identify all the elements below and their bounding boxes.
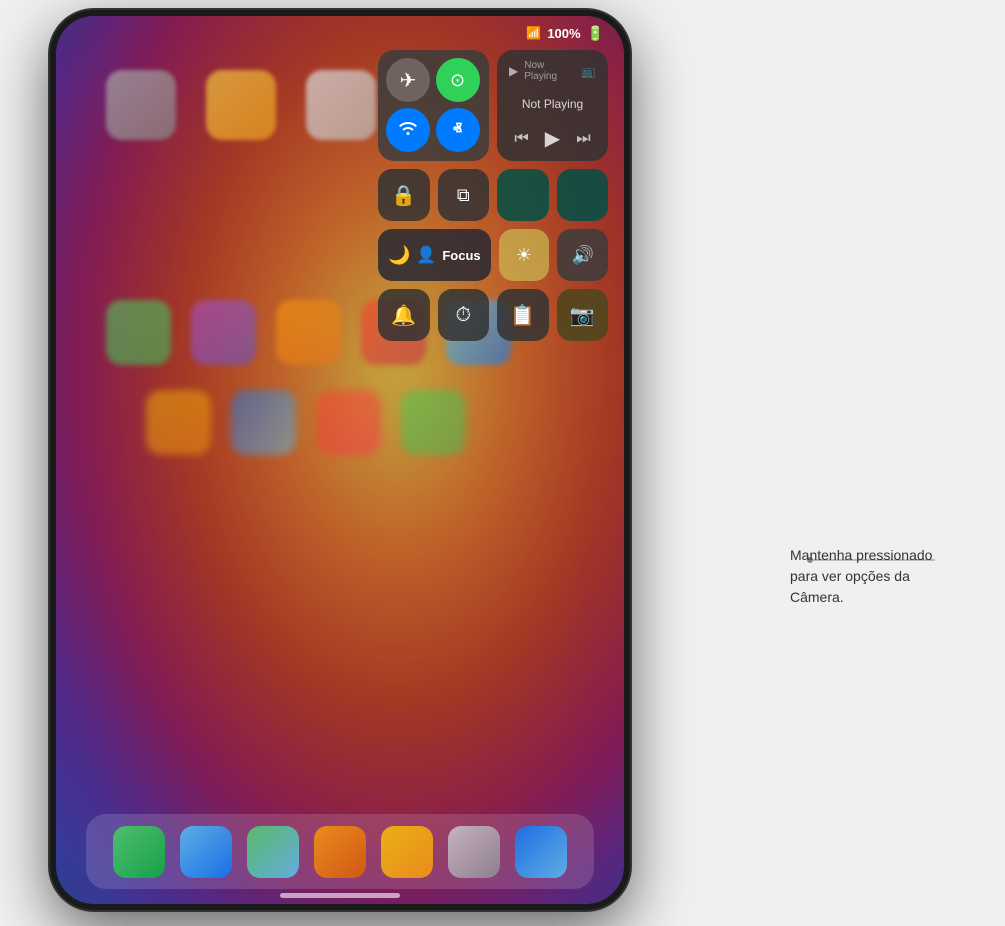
lower-app-2[interactable] [231, 390, 296, 455]
camera-btn[interactable]: 📷 [557, 289, 609, 341]
camera-icon: 📷 [570, 303, 595, 328]
silent-mode-btn[interactable]: 🔔 [378, 289, 430, 341]
mid-app-2[interactable] [191, 300, 256, 365]
person-icon: 👤 [416, 245, 436, 265]
dock-app-5[interactable] [381, 826, 433, 878]
focus-btn[interactable]: 🌙 👤 Focus [378, 229, 491, 281]
bluetooth-icon: ⱏ [453, 119, 462, 140]
np-title: Not Playing [509, 97, 596, 111]
screen-lock-btn[interactable]: 🔒 [378, 169, 430, 221]
callout-text: Mantenha pressionado para ver opções da … [790, 545, 980, 608]
wifi-status-icon: 📶 [526, 26, 541, 40]
battery-percent: 100% [547, 26, 580, 41]
cc-row-2: 🔒 ⧉ [378, 169, 608, 221]
np-header-label: Now Playing [524, 60, 575, 82]
np-controls[interactable]: ⏮ ▶ ⏭ [509, 126, 596, 151]
bluetooth-btn[interactable]: ⱏ [436, 108, 480, 152]
timer-icon: ⏱ [455, 304, 471, 327]
cc-now-playing[interactable]: ▶ Now Playing 📺 Not Playing ⏮ ▶ ⏭ [497, 50, 608, 161]
dock-app-3[interactable] [247, 826, 299, 878]
cc-row-4: 🔔 ⏱ 📋 📷 [378, 289, 608, 341]
airplay-btn[interactable]: 📺 [581, 64, 596, 78]
mirror-icon: ⧉ [457, 185, 470, 206]
brightness-btn[interactable]: ☀ [499, 229, 550, 281]
app-icon-2[interactable] [206, 70, 276, 140]
brightness-icon: ☀ [516, 245, 532, 266]
dock-app-1[interactable] [113, 826, 165, 878]
cc-row-1: ✈ ⊙ ⱏ [378, 50, 608, 161]
wifi-icon [397, 118, 419, 141]
volume-icon: 🔊 [571, 245, 593, 266]
notes-btn[interactable]: 📋 [497, 289, 549, 341]
volume-btn[interactable]: 🔊 [557, 229, 608, 281]
app-icon-3[interactable] [306, 70, 376, 140]
ipad-screen: 📶 100% 🔋 [56, 16, 624, 904]
mid-app-1[interactable] [106, 300, 171, 365]
bell-icon: 🔔 [391, 303, 416, 328]
control-center[interactable]: ✈ ⊙ ⱏ [378, 50, 608, 341]
battery-icon: 🔋 [587, 25, 604, 42]
airplay-icon: ▶ [509, 64, 518, 78]
cc-teal-btn-1[interactable] [497, 169, 549, 221]
dock-app-4[interactable] [314, 826, 366, 878]
dock-app-2[interactable] [180, 826, 232, 878]
cc-np-header: ▶ Now Playing 📺 [509, 60, 596, 82]
screen-mirror-btn[interactable]: ⧉ [438, 169, 490, 221]
airplane-mode-btn[interactable]: ✈ [386, 58, 430, 102]
hotspot-icon: ⊙ [450, 70, 465, 91]
body-container: 📶 100% 🔋 [0, 0, 1005, 926]
dock-app-6[interactable] [448, 826, 500, 878]
mid-app-3[interactable] [276, 300, 341, 365]
forward-btn[interactable]: ⏭ [576, 130, 590, 148]
lower-app-row [86, 390, 594, 455]
cc-row-3: 🌙 👤 Focus ☀ 🔊 [378, 229, 608, 281]
dock-app-7[interactable] [515, 826, 567, 878]
lower-app-4[interactable] [401, 390, 466, 455]
app-icon-1[interactable] [106, 70, 176, 140]
play-btn[interactable]: ▶ [545, 126, 560, 151]
notes-icon: 📋 [510, 303, 535, 328]
status-bar: 📶 100% 🔋 [56, 16, 624, 50]
status-bar-right: 📶 100% 🔋 [526, 25, 604, 42]
lock-icon: 🔒 [391, 183, 416, 208]
timer-btn[interactable]: ⏱ [438, 289, 490, 341]
cc-connectivity-block[interactable]: ✈ ⊙ ⱏ [378, 50, 489, 161]
lower-app-1[interactable] [146, 390, 211, 455]
rewind-btn[interactable]: ⏮ [514, 130, 528, 148]
lower-app-3[interactable] [316, 390, 381, 455]
ipad-frame: 📶 100% 🔋 [50, 10, 630, 910]
dock [86, 814, 594, 889]
wifi-btn[interactable] [386, 108, 430, 152]
home-indicator [280, 893, 400, 898]
callout-annotation: Mantenha pressionado para ver opções da … [790, 545, 980, 608]
focus-label: Focus [442, 248, 480, 263]
cc-teal-btn-2[interactable] [557, 169, 609, 221]
hotspot-btn[interactable]: ⊙ [436, 58, 480, 102]
moon-icon: 🌙 [388, 245, 410, 266]
airplane-icon: ✈ [400, 68, 417, 93]
